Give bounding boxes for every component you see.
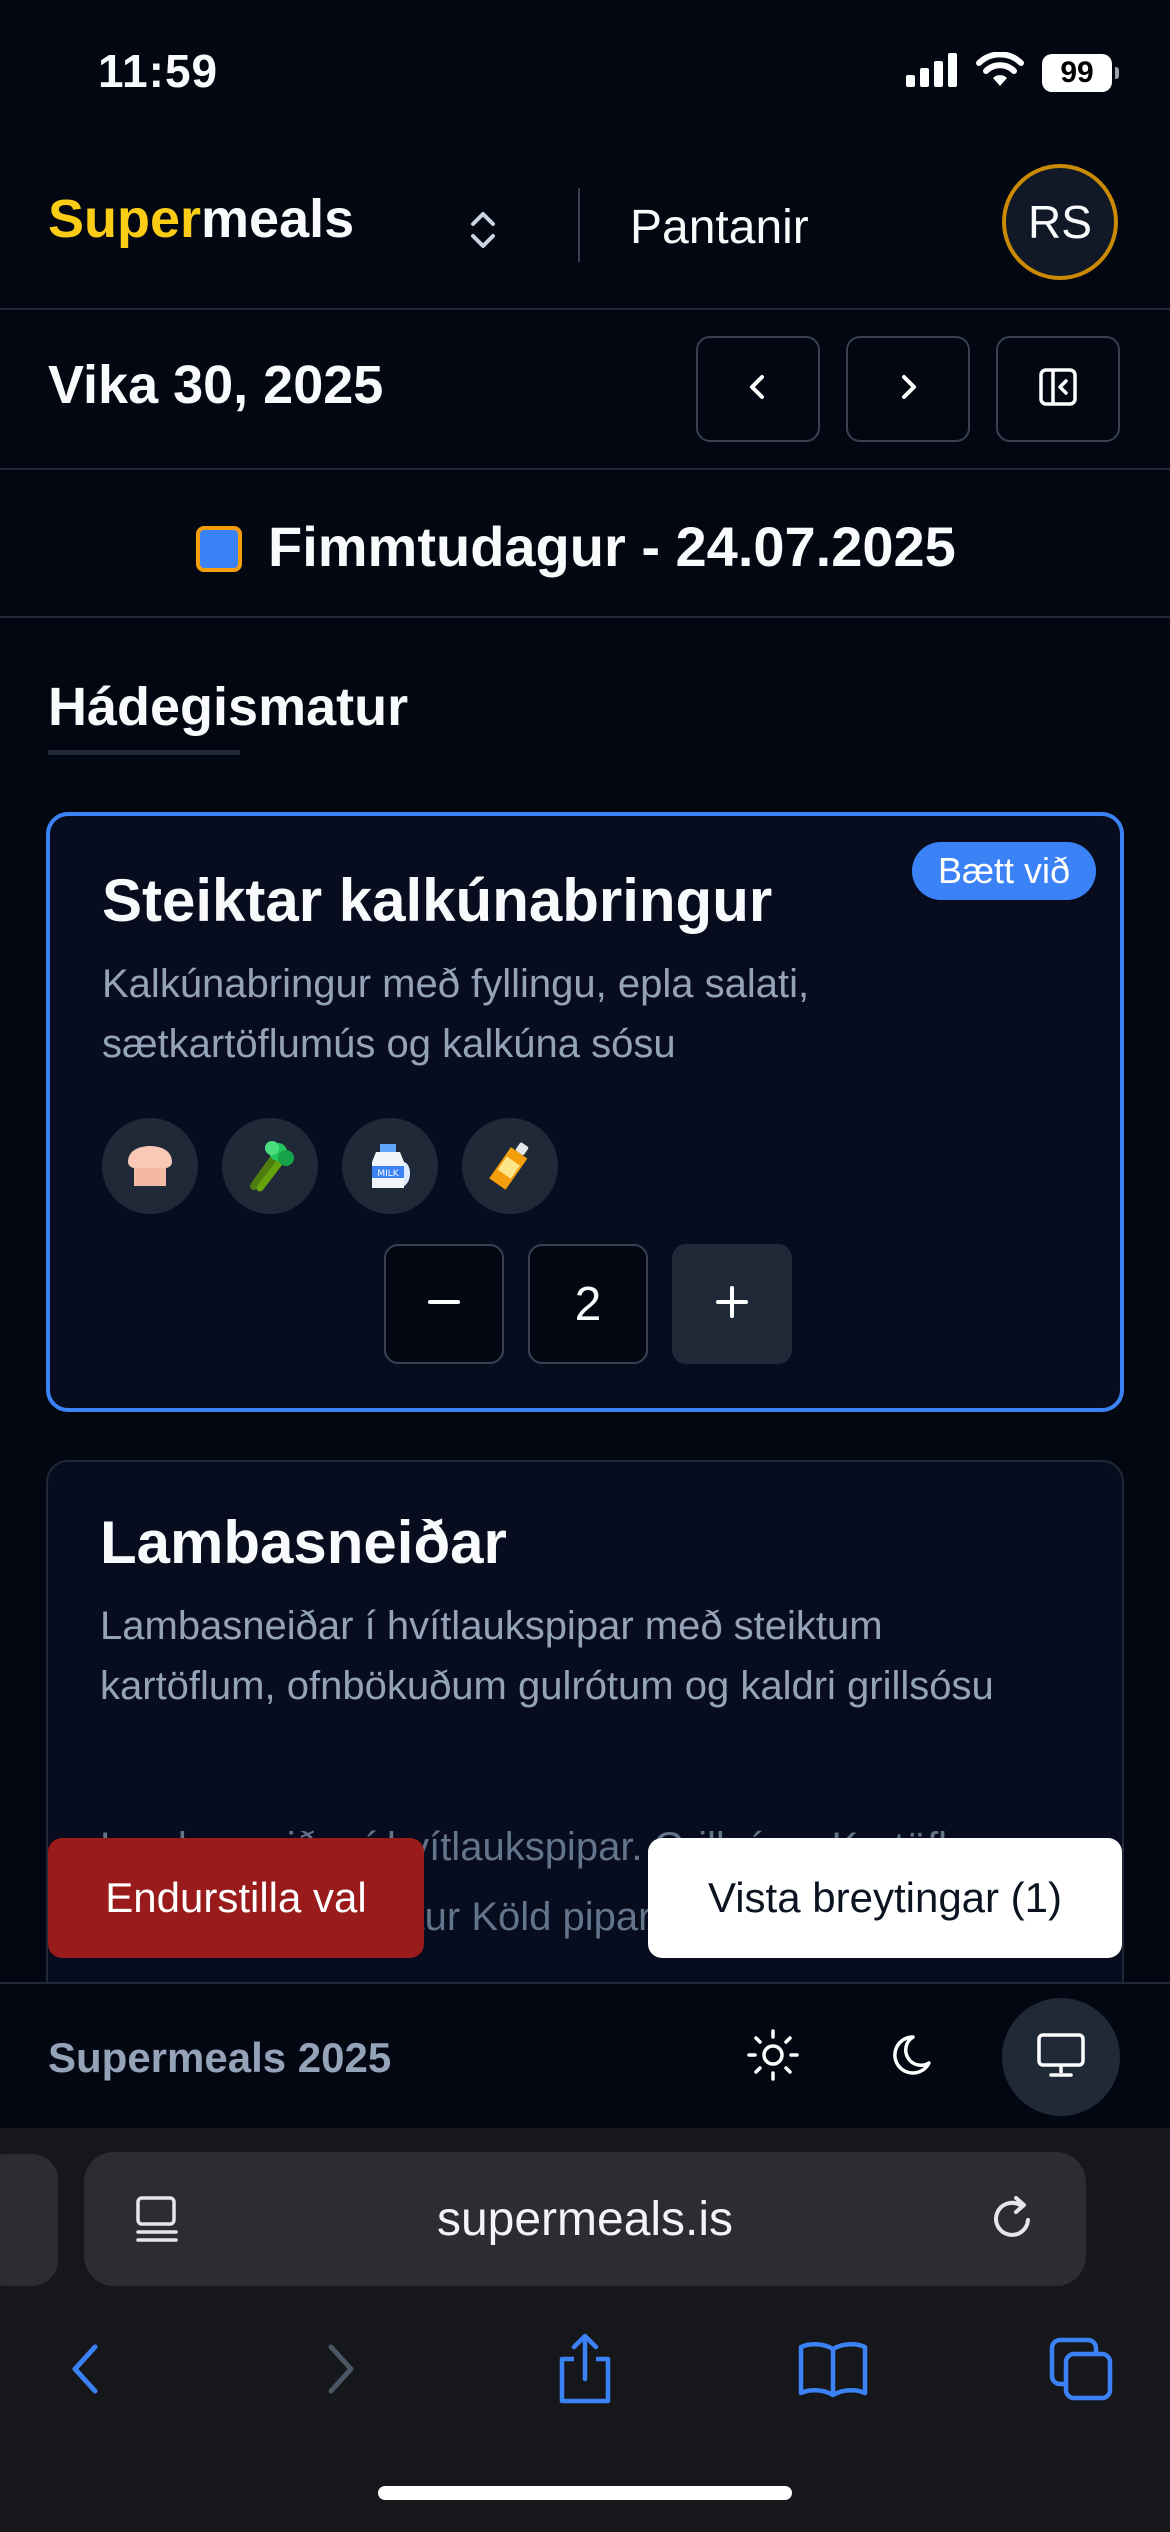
footer-text: Supermeals 2025 [48,2034,392,2081]
next-week-button[interactable] [846,336,970,442]
svg-text:MILK: MILK [377,1169,399,1179]
meal-description: Kalkúnabringur með fyllingu, epla salati… [102,962,810,1066]
avatar[interactable]: RS [1002,164,1118,280]
browser-forward-button[interactable] [294,2326,384,2416]
app-footer: Supermeals 2025 [0,1982,1170,2130]
url-text: supermeals.is [436,2193,734,2246]
brand-part-2: meals [201,189,355,249]
sun-icon [743,2025,803,2090]
meal-description: Lambasneiðar í hvítlaukspipar með steikt… [100,1604,994,1708]
plus-icon [712,1282,752,1327]
quantity-value: 2 [528,1244,648,1364]
status-icons: 99 [906,51,1119,93]
wifi-icon [976,51,1024,93]
meal-title: Lambasneiðar [100,1509,507,1576]
home-indicator [378,2486,792,2500]
milk-icon: MILK [342,1118,438,1214]
status-time: 11:59 [98,45,219,97]
battery-icon: 99 [1042,53,1119,92]
sidebar-toggle-button[interactable] [996,336,1120,442]
system-theme-button[interactable] [1002,1998,1120,2116]
meal-card-selected[interactable]: Bætt við Steiktar kalkúnabringur Kalkúna… [46,812,1124,1412]
week-bar: Vika 30, 2025 [0,310,1170,470]
monitor-icon [1031,2025,1091,2090]
chevron-left-icon [738,367,778,412]
brand-part-1: Super [48,189,202,249]
mustard-icon [462,1118,558,1214]
day-title: Fimmtudagur - 24.07.2025 [268,515,956,578]
forward-arrow-icon [309,2339,369,2404]
app-header: Supermeals Pantanir RS [0,160,1170,310]
moon-icon [887,2025,947,2090]
week-title: Vika 30, 2025 [48,355,384,415]
quantity-stepper: 2 [384,1244,792,1364]
bread-icon [102,1118,198,1214]
decrease-quantity-button[interactable] [384,1244,504,1364]
section-underline [48,750,240,755]
meal-title: Steiktar kalkúnabringur [102,867,773,934]
bookmarks-button[interactable] [788,2326,878,2416]
dark-theme-button[interactable] [858,1998,976,2116]
minus-icon [424,1282,464,1327]
tabs-icon [1046,2334,1116,2409]
signal-icon [906,53,958,92]
back-arrow-icon [57,2339,117,2404]
celery-icon [222,1118,318,1214]
day-color-indicator [196,526,242,572]
increase-quantity-button[interactable] [672,1244,792,1364]
browser-toolbar: supermeals.is [0,2128,1170,2532]
allergen-list: MILK [102,1118,558,1214]
brand-logo[interactable]: Supermeals [48,188,354,250]
share-icon [550,2331,620,2412]
chevron-right-icon [888,367,928,412]
save-changes-button[interactable]: Vista breytingar (1) [648,1838,1122,1958]
book-icon [795,2337,871,2406]
reload-icon[interactable] [984,2190,1042,2253]
previous-tab-preview[interactable] [0,2154,58,2286]
added-badge: Bætt við [911,842,1096,900]
nav-orders-link[interactable]: Pantanir [630,200,809,255]
day-header: Fimmtudagur - 24.07.2025 [0,470,1170,618]
tabs-button[interactable] [1036,2326,1126,2416]
prev-week-button[interactable] [696,336,820,442]
address-bar[interactable]: supermeals.is [84,2152,1086,2286]
light-theme-button[interactable] [714,1998,832,2116]
reset-selection-button[interactable]: Endurstilla val [48,1838,424,1958]
section-title: Hádegismatur [48,677,409,737]
header-divider [578,188,580,262]
browser-back-button[interactable] [42,2326,132,2416]
share-button[interactable] [540,2326,630,2416]
sidebar-toggle-icon [1036,365,1080,414]
switcher-icon[interactable] [458,200,508,260]
